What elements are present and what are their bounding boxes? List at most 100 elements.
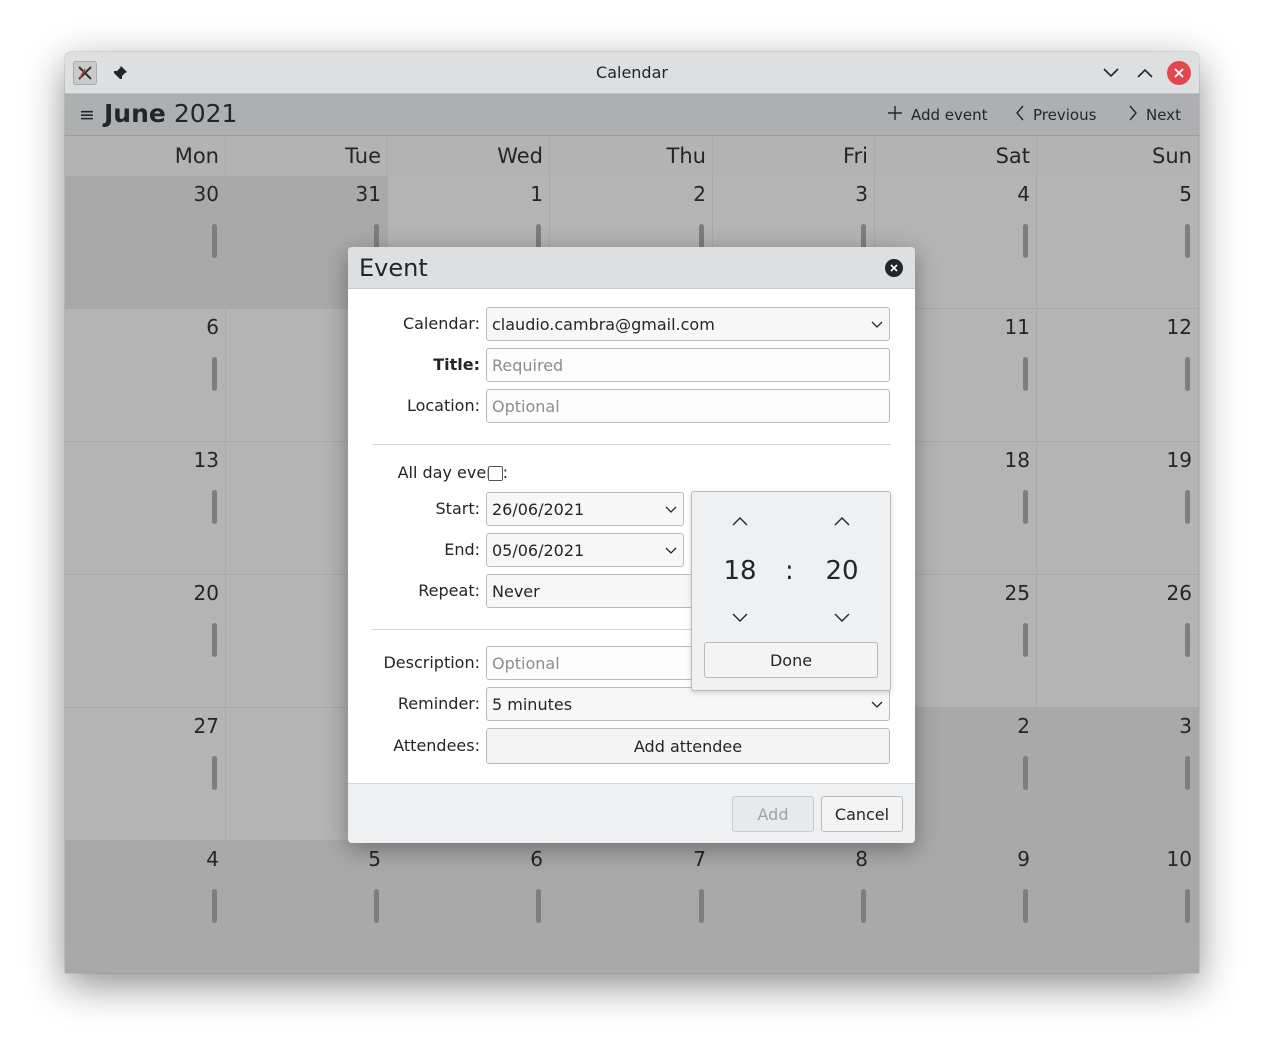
day-cell[interactable]: 20 [65,575,226,708]
end-date-select[interactable]: 05/06/2021 [486,533,684,567]
add-button[interactable]: Add [732,796,814,832]
day-number: 30 [193,182,219,206]
title-input[interactable]: Required [486,348,890,382]
done-button[interactable]: Done [704,642,878,678]
weekday-header: Fri [713,136,875,176]
day-number: 31 [355,182,381,206]
maximize-button[interactable] [1133,61,1157,85]
month-title: June 2021 [104,99,237,128]
day-cell[interactable]: 6 [65,309,226,442]
minute-down-icon[interactable] [833,612,851,624]
end-label: End: [444,540,480,559]
day-cell[interactable]: 10 [1037,841,1199,973]
day-number: 10 [1166,847,1192,871]
time-picker-popup: 18 : 20 Done [691,491,891,691]
day-event-indicator [1185,224,1190,258]
day-cell[interactable]: 27 [65,708,226,841]
day-cell[interactable]: 8 [713,841,875,973]
hour-down-icon[interactable] [731,612,749,624]
add-attendee-button[interactable]: Add attendee [486,728,890,764]
day-number: 3 [1179,714,1192,738]
weekday-header: Mon [65,136,226,176]
weekday-header: Sat [875,136,1037,176]
minute-value[interactable]: 20 [812,556,872,586]
weekday-header: Wed [388,136,550,176]
day-number: 20 [193,581,219,605]
description-label: Description: [383,653,480,672]
day-number: 9 [1017,847,1030,871]
chevron-left-icon [1015,105,1025,125]
weekday-header: Thu [550,136,713,176]
day-event-indicator [212,889,217,923]
start-date-select[interactable]: 26/06/2021 [486,492,684,526]
day-cell[interactable]: 7 [550,841,713,973]
day-event-indicator [1185,490,1190,524]
hamburger-menu-icon[interactable]: ≡ [79,104,95,126]
day-event-indicator [374,889,379,923]
year: 2021 [173,99,238,128]
dialog-close-icon[interactable] [885,259,903,277]
separator [372,444,891,445]
day-cell[interactable]: 19 [1037,442,1199,575]
plus-icon [887,105,903,125]
day-event-indicator [861,889,866,923]
day-cell[interactable]: 9 [875,841,1037,973]
day-cell[interactable]: 3 [1037,708,1199,841]
day-number: 5 [368,847,381,871]
calendar-label: Calendar: [402,314,480,333]
day-event-indicator [1185,756,1190,790]
chevron-down-icon [871,321,883,328]
day-event-indicator [1185,357,1190,391]
chevron-down-icon [665,506,677,513]
calendar-header: ≡ June 2021 Add event Previous Next [65,94,1199,136]
day-event-indicator [1023,889,1028,923]
day-number: 1 [530,182,543,206]
day-number: 8 [855,847,868,871]
time-separator: : [785,556,794,586]
title-bar[interactable]: Calendar [65,52,1199,94]
hour-value[interactable]: 18 [710,556,770,586]
day-cell[interactable]: 6 [388,841,550,973]
day-cell[interactable]: 13 [65,442,226,575]
day-number: 12 [1166,315,1192,339]
calendar-select[interactable]: claudio.cambra@gmail.com [486,307,890,341]
reminder-select[interactable]: 5 minutes [486,687,890,721]
day-cell[interactable]: 5 [226,841,388,973]
all-day-checkbox[interactable] [488,466,503,481]
title-label: Title: [433,355,480,374]
hour-up-icon[interactable] [731,515,749,527]
day-cell[interactable]: 5 [1037,176,1199,309]
day-event-indicator [1023,357,1028,391]
day-cell[interactable]: 26 [1037,575,1199,708]
dialog-header: Event [348,247,915,289]
day-event-indicator [536,889,541,923]
cancel-button[interactable]: Cancel [821,796,903,832]
location-input[interactable]: Optional [486,389,890,423]
day-cell[interactable]: 4 [65,841,226,973]
start-label: Start: [435,499,480,518]
weekday-header: Tue [226,136,388,176]
next-button[interactable]: Next [1128,105,1181,125]
day-event-indicator [212,756,217,790]
minute-up-icon[interactable] [833,515,851,527]
close-button[interactable] [1167,61,1191,85]
day-number: 4 [1017,182,1030,206]
day-number: 3 [855,182,868,206]
day-number: 27 [193,714,219,738]
add-event-button[interactable]: Add event [887,105,988,125]
day-number: 18 [1004,448,1030,472]
day-cell[interactable]: 30 [65,176,226,309]
day-event-indicator [212,357,217,391]
day-cell[interactable]: 12 [1037,309,1199,442]
previous-button[interactable]: Previous [1015,105,1096,125]
minimize-button[interactable] [1099,61,1123,85]
month-name: June [104,99,166,128]
day-event-indicator [1185,889,1190,923]
day-number: 4 [206,847,219,871]
dialog-footer: Add Cancel [348,783,915,843]
day-event-indicator [1185,623,1190,657]
day-event-indicator [212,224,217,258]
chevron-down-icon [871,701,883,708]
window-title: Calendar [596,63,668,82]
day-number: 11 [1004,315,1030,339]
